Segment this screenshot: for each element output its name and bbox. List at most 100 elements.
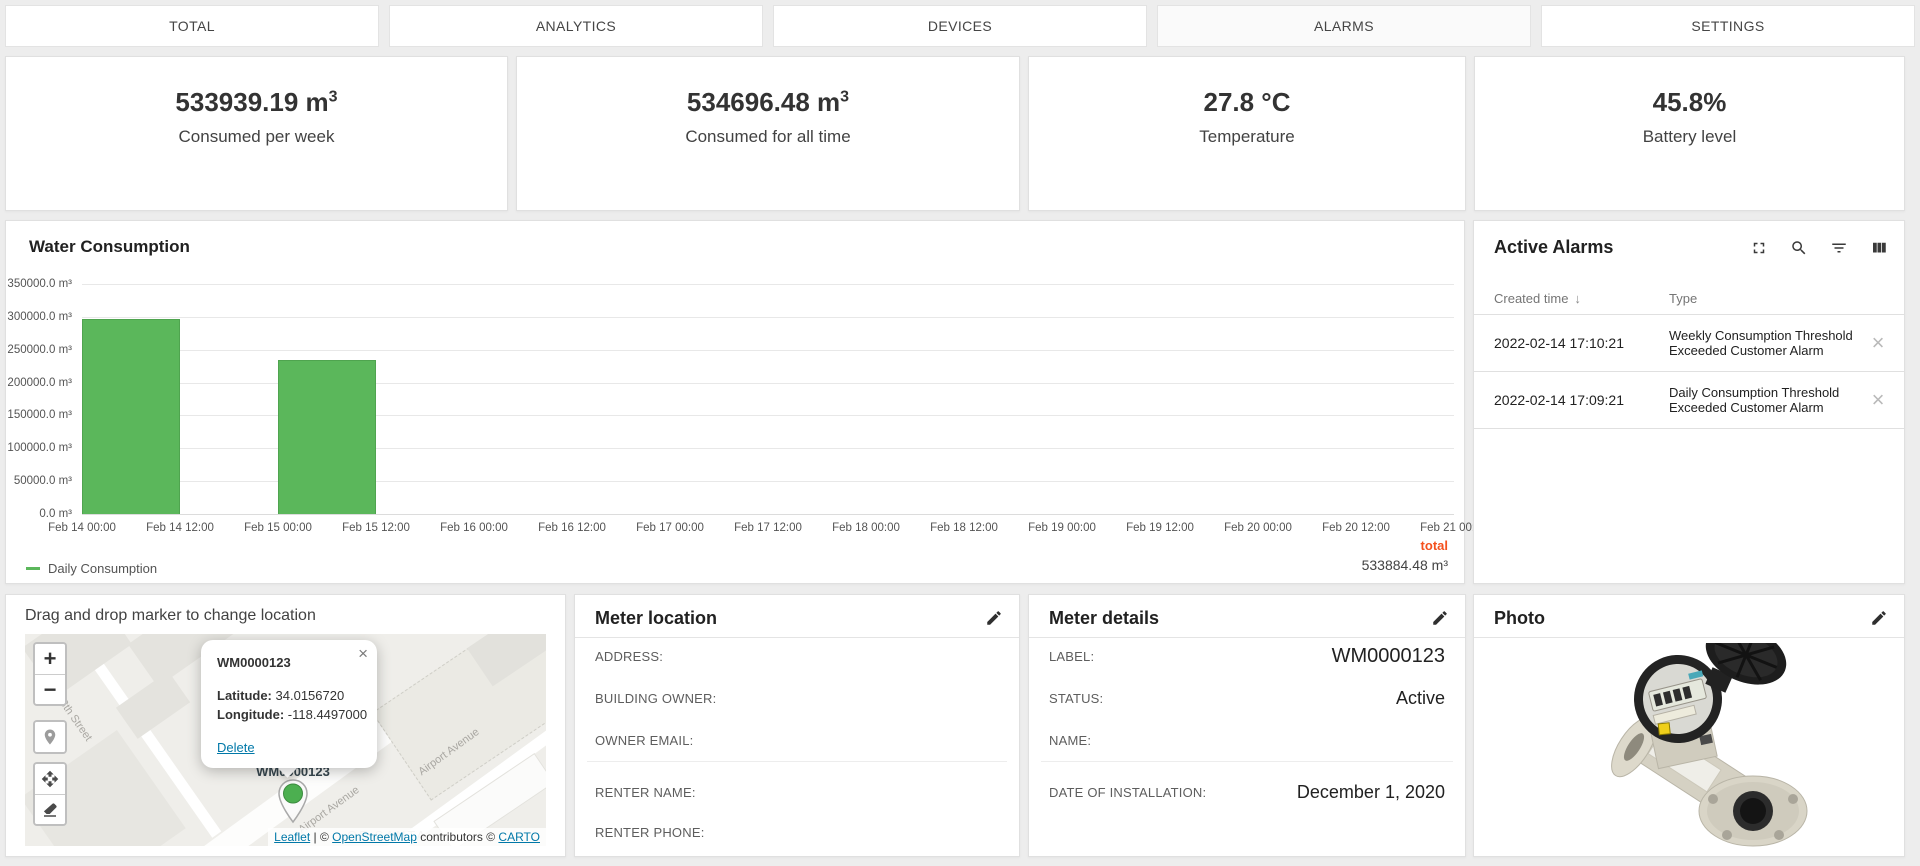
tab-total[interactable]: TOTAL [5,5,379,47]
chart-legend[interactable]: Daily Consumption [26,561,157,576]
stat-card-battery: 45.8% Battery level [1474,56,1905,211]
field-owner-email: OWNER EMAIL: [595,733,693,748]
field-building-owner: BUILDING OWNER: [595,691,716,706]
water-meter-photo [1550,643,1830,848]
total-label: total [1362,538,1448,553]
value-date-of-installation: December 1, 2020 [1297,782,1445,803]
legend-swatch [26,567,40,570]
active-alarms-widget: Active Alarms Created time↓ Type 2022-02… [1473,220,1905,584]
chart-title: Water Consumption [29,237,190,257]
place-marker-icon[interactable] [35,722,65,752]
meter-details-widget: Meter details LABEL: WM0000123 STATUS: A… [1028,594,1466,857]
map-title: Drag and drop marker to change location [25,607,316,625]
filter-icon[interactable] [1830,239,1848,257]
chart-total: total 533884.48 m³ [1362,538,1448,573]
meter-location-widget: Meter location ADDRESS: BUILDING OWNER: … [574,594,1020,857]
edit-icon[interactable] [985,609,1003,627]
y-axis-tick: 250000.0 m³ [7,344,72,356]
stat-label: Battery level [1643,127,1737,147]
divider [575,637,1019,638]
meter-details-title: Meter details [1049,608,1159,629]
zoom-out-button[interactable]: − [35,674,65,704]
gridline [82,350,1454,351]
edit-icon[interactable] [1870,609,1888,627]
columns-icon[interactable] [1870,239,1888,257]
field-name: NAME: [1049,733,1091,748]
divider [1029,637,1465,638]
stat-label: Temperature [1199,127,1294,147]
x-axis-tick: Feb 14 00:00 [48,522,116,534]
dashboard-page: TOTAL ANALYTICS DEVICES ALARMS SETTINGS … [0,0,1920,866]
clear-alarm-icon[interactable]: × [1860,332,1896,354]
carto-link[interactable]: CARTO [498,830,540,844]
stat-value: 534696.48 m3 [687,87,849,118]
field-renter-name: RENTER NAME: [595,785,696,800]
tab-devices[interactable]: DEVICES [773,5,1147,47]
openstreetmap-link[interactable]: OpenStreetMap [332,830,417,844]
map-zoom-control: + − [33,642,67,706]
gridline [82,317,1454,318]
map-canvas[interactable]: 28th Street Airport Avenue Airport Avenu… [25,634,546,846]
x-axis-tick: Feb 19 00:00 [1028,522,1096,534]
stat-label: Consumed for all time [685,127,850,147]
search-icon[interactable] [1790,239,1808,257]
tab-settings[interactable]: SETTINGS [1541,5,1915,47]
value-status: Active [1396,688,1445,709]
alarm-row[interactable]: 2022-02-14 17:09:21 Daily Consumption Th… [1474,371,1904,429]
y-axis-tick: 300000.0 m³ [7,311,72,323]
alarm-time: 2022-02-14 17:10:21 [1494,335,1669,351]
water-consumption-widget: Water Consumption 0.0 m³50000.0 m³100000… [5,220,1465,584]
y-axis-tick: 350000.0 m³ [7,278,72,290]
stat-card-consumed-alltime: 534696.48 m3 Consumed for all time [516,56,1020,211]
x-axis-tick: Feb 15 12:00 [342,522,410,534]
x-axis-tick: Feb 18 00:00 [832,522,900,534]
gridline [82,284,1454,285]
x-axis-tick: Feb 19 12:00 [1126,522,1194,534]
x-axis-tick: Feb 14 12:00 [146,522,214,534]
x-axis-tick: Feb 15 00:00 [244,522,312,534]
popup-title: WM0000123 [217,655,291,670]
edit-icon[interactable] [1431,609,1449,627]
field-status: STATUS: [1049,691,1103,706]
map-widget: Drag and drop marker to change location … [5,594,566,857]
divider [587,761,1007,762]
y-axis-tick: 200000.0 m³ [7,377,72,389]
map-marker-control [33,720,67,754]
total-value: 533884.48 m³ [1362,557,1448,573]
zoom-in-button[interactable]: + [35,644,65,674]
alarm-type: Daily Consumption Threshold Exceeded Cus… [1669,385,1860,416]
fullscreen-icon[interactable] [1750,239,1768,257]
map-block [116,671,190,739]
tab-analytics[interactable]: ANALYTICS [389,5,763,47]
x-axis-tick: Feb 20 12:00 [1322,522,1390,534]
alarms-title: Active Alarms [1494,237,1613,258]
popup-close-icon[interactable]: × [358,644,368,664]
move-marker-icon[interactable] [35,764,65,794]
y-axis-tick: 100000.0 m³ [7,442,72,454]
field-renter-phone: RENTER PHONE: [595,825,705,840]
leaflet-link[interactable]: Leaflet [274,830,310,844]
map-attribution: Leaflet | © OpenStreetMap contributors ©… [268,828,546,846]
photo-widget: Photo [1473,594,1905,857]
stat-card-temperature: 27.8 °C Temperature [1028,56,1466,211]
column-type[interactable]: Type [1669,291,1697,306]
x-axis-tick: Feb 18 12:00 [930,522,998,534]
popup-longitude: Longitude: -118.4497000 [217,707,367,722]
x-axis-tick: Feb 20 00:00 [1224,522,1292,534]
photo-title: Photo [1494,608,1545,629]
alarm-row[interactable]: 2022-02-14 17:10:21 Weekly Consumption T… [1474,314,1904,371]
divider [1474,637,1904,638]
map-marker[interactable] [275,778,311,824]
stat-value: 533939.19 m3 [175,87,337,118]
clear-alarm-icon[interactable]: × [1860,389,1896,411]
stat-value: 45.8% [1653,87,1727,118]
column-created-time[interactable]: Created time↓ [1494,291,1669,306]
tab-alarms[interactable]: ALARMS [1157,5,1531,47]
divider [1041,761,1453,762]
x-axis-tick: Feb 17 00:00 [636,522,704,534]
field-date-of-installation: DATE OF INSTALLATION: [1049,785,1206,800]
alarms-table-header: Created time↓ Type [1474,282,1904,314]
eraser-icon[interactable] [35,794,65,824]
delete-marker-link[interactable]: Delete [217,740,255,755]
stat-label: Consumed per week [179,127,335,147]
